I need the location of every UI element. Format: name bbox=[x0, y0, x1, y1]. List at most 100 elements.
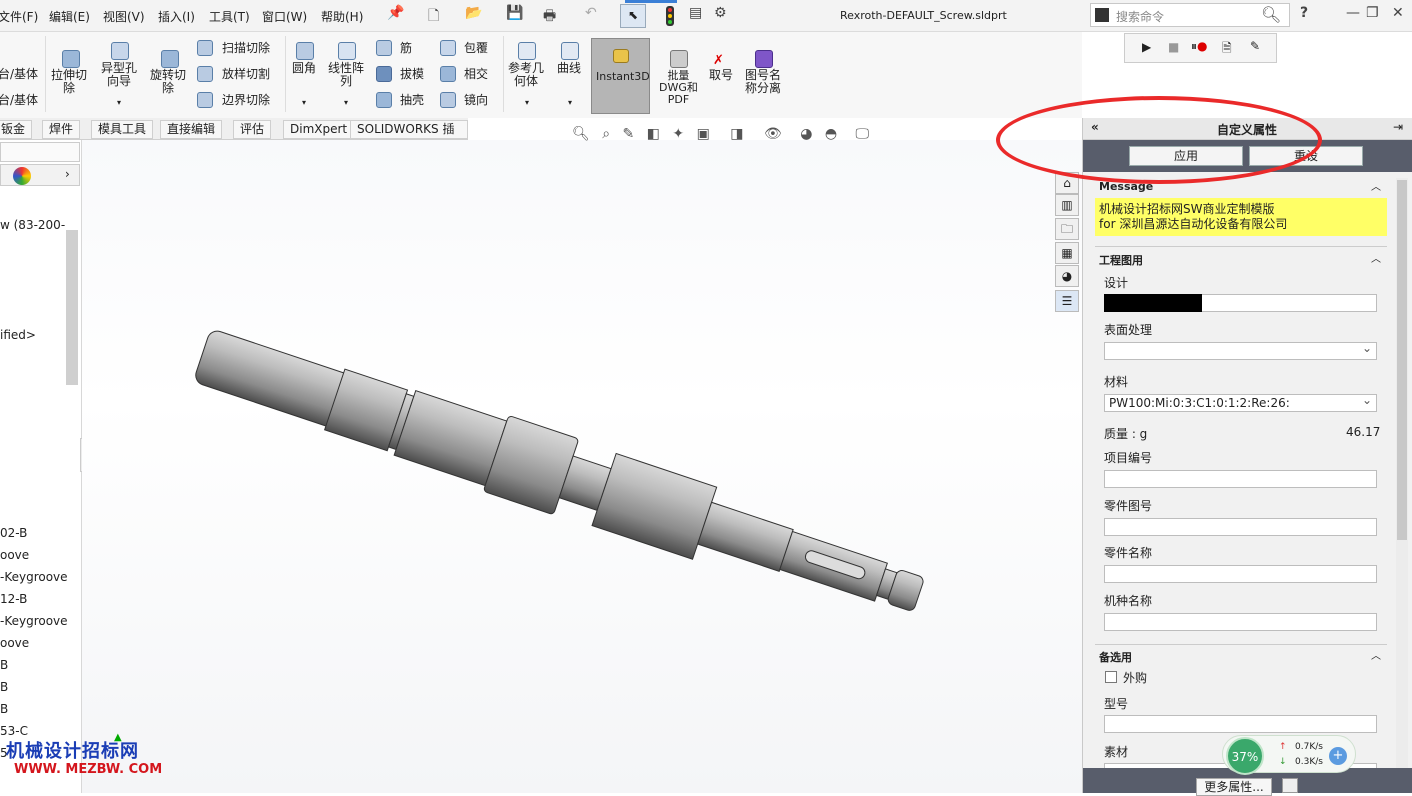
print-icon[interactable]: 🖶 bbox=[543, 5, 556, 29]
edit-macro-icon[interactable]: ✎ bbox=[1250, 39, 1260, 53]
chevron-down-icon[interactable]: ▾ bbox=[302, 98, 306, 107]
tree-item[interactable]: oove bbox=[0, 636, 29, 650]
file-explorer-icon[interactable]: 🗀 bbox=[1055, 218, 1079, 240]
chevron-down-icon[interactable]: ▾ bbox=[117, 98, 121, 107]
chevron-down-icon[interactable]: ▾ bbox=[525, 98, 529, 107]
tree-item[interactable]: B bbox=[0, 702, 8, 716]
batch-dwg-pdf-button[interactable]: 批量 DWG和 PDF bbox=[659, 70, 698, 106]
material-dropdown[interactable]: PW100:Mi:0:3:C1:0:1:2:Re:26: bbox=[1104, 392, 1377, 412]
tree-item[interactable]: oove bbox=[0, 548, 29, 562]
menu-file[interactable]: 文件(F) bbox=[0, 8, 38, 25]
options-gear-icon[interactable]: ⚙ bbox=[714, 5, 727, 21]
extrude-cut-button[interactable]: 拉伸切 除 bbox=[51, 69, 87, 95]
hole-wizard-button[interactable]: 异型孔 向导 bbox=[101, 62, 137, 88]
view-orientation-icon[interactable]: ▣ bbox=[697, 126, 710, 142]
drawing-split-button[interactable]: 图号名 称分离 bbox=[745, 69, 781, 95]
custom-properties-icon[interactable]: ☰ bbox=[1055, 290, 1079, 312]
menu-tools[interactable]: 工具(T) bbox=[209, 8, 250, 25]
menu-window[interactable]: 窗口(W) bbox=[262, 8, 307, 25]
outsourced-checkbox[interactable] bbox=[1105, 671, 1117, 683]
tree-item[interactable]: 02-B bbox=[0, 526, 27, 540]
swept-cut-button[interactable]: 扫描切除 bbox=[222, 42, 270, 55]
tree-item[interactable]: B bbox=[0, 658, 8, 672]
settings-icon[interactable] bbox=[1282, 778, 1298, 793]
rib-button[interactable]: 筋 bbox=[400, 42, 412, 55]
chevron-down-icon[interactable]: ▾ bbox=[568, 98, 572, 107]
shell-button[interactable]: 抽壳 bbox=[400, 94, 424, 107]
undo-icon[interactable]: ↶ bbox=[585, 5, 597, 21]
tree-item[interactable]: -Keygroove bbox=[0, 570, 68, 584]
instant3d-button[interactable]: Instant3D bbox=[591, 38, 650, 114]
record-icon[interactable]: ⏸● bbox=[1191, 39, 1208, 54]
tab-solidworks-addins[interactable]: SOLIDWORKS 插件 bbox=[350, 120, 468, 153]
pin-icon[interactable]: 📌 bbox=[387, 5, 404, 21]
tree-item[interactable]: w (83-200- bbox=[0, 218, 65, 232]
chevron-down-icon[interactable]: ▾ bbox=[344, 98, 348, 107]
scrollbar-thumb[interactable] bbox=[1397, 180, 1407, 540]
design-field[interactable] bbox=[1104, 294, 1377, 312]
save-icon[interactable]: 💾 bbox=[506, 5, 523, 21]
part-no-field[interactable] bbox=[1104, 518, 1377, 536]
intersect-button[interactable]: 相交 bbox=[464, 68, 488, 81]
search-icon[interactable]: 🔍︎ bbox=[1261, 5, 1281, 24]
tab-dimxpert[interactable]: DimXpert bbox=[283, 120, 355, 139]
more-properties-button[interactable]: 更多属性... bbox=[1196, 778, 1272, 796]
previous-view-icon[interactable]: ✎ bbox=[623, 126, 635, 142]
menu-help[interactable]: 帮助(H) bbox=[321, 8, 363, 25]
tree-item[interactable]: 53-C bbox=[0, 724, 28, 738]
chevron-up-icon[interactable]: ︿ bbox=[1371, 250, 1381, 265]
item-no-field[interactable] bbox=[1104, 470, 1377, 488]
hide-show-items-icon[interactable]: 👁︎ bbox=[764, 126, 782, 142]
play-icon[interactable]: ▶ bbox=[1142, 40, 1151, 54]
help-icon[interactable]: ? bbox=[1300, 5, 1308, 21]
tree-item[interactable]: ified> bbox=[0, 328, 36, 342]
memory-usage-indicator[interactable]: 37% bbox=[1226, 737, 1264, 775]
fillet-button[interactable]: 圆角 bbox=[292, 62, 316, 75]
section-view-icon[interactable]: ◧ bbox=[647, 126, 660, 142]
surface-dropdown[interactable] bbox=[1104, 340, 1377, 360]
boss-base-label[interactable]: 台/基体 bbox=[0, 68, 38, 81]
3d-library-icon[interactable]: ▥ bbox=[1055, 194, 1079, 216]
boost-plus-icon[interactable]: + bbox=[1329, 747, 1347, 765]
display-style-icon[interactable]: ◨ bbox=[730, 126, 743, 142]
open-icon[interactable]: 📂 bbox=[465, 5, 482, 21]
menu-edit[interactable]: 编辑(E) bbox=[49, 8, 90, 25]
mirror-button[interactable]: 镜向 bbox=[464, 94, 488, 107]
file-properties-icon[interactable]: ▤ bbox=[689, 5, 702, 21]
edit-appearance-icon[interactable]: ◕ bbox=[800, 126, 812, 142]
tree-item[interactable]: -Keygroove bbox=[0, 614, 68, 628]
apply-scene-icon[interactable]: ◓ bbox=[825, 126, 837, 142]
model-name-field[interactable] bbox=[1104, 613, 1377, 631]
pin-icon[interactable]: ⇥ bbox=[1393, 120, 1403, 134]
draft-button[interactable]: 拔模 bbox=[400, 68, 424, 81]
tab-sheet-metal[interactable]: 钣金 bbox=[0, 120, 33, 139]
revolve-cut-button[interactable]: 旋转切 除 bbox=[150, 69, 186, 95]
loft-cut-button[interactable]: 放样切割 bbox=[222, 68, 270, 81]
tab-mold-tools[interactable]: 模具工具 bbox=[91, 120, 154, 139]
tree-scrollbar[interactable] bbox=[66, 230, 78, 385]
model-field[interactable] bbox=[1104, 715, 1377, 733]
rebuild-icon[interactable] bbox=[666, 6, 674, 26]
chevron-up-icon[interactable]: ︿ bbox=[1371, 178, 1381, 193]
boundary-cut-button[interactable]: 边界切除 bbox=[222, 94, 270, 107]
stop-icon[interactable]: ■ bbox=[1168, 40, 1179, 54]
new-macro-icon[interactable]: 🗎 bbox=[1222, 39, 1232, 60]
close-icon[interactable]: ✕ bbox=[1392, 5, 1404, 21]
cut-base-label[interactable]: 台/基体 bbox=[0, 94, 38, 107]
wrap-button[interactable]: 包覆 bbox=[464, 42, 488, 55]
view-settings-icon[interactable]: 🖵 bbox=[856, 126, 870, 142]
menu-insert[interactable]: 插入(I) bbox=[158, 8, 195, 25]
search-input[interactable]: 搜索命令 bbox=[1116, 8, 1164, 25]
zoom-to-fit-icon[interactable]: 🔍︎ bbox=[572, 126, 590, 142]
graphics-viewport[interactable]: 🔍︎ ⌕ ✎ ◧ ✦ ▣ ◨ 👁︎ ◕ ◓ 🖵 ▲ bbox=[82, 126, 1082, 793]
appearance-tab-icon[interactable] bbox=[13, 167, 31, 185]
screw-shaft-model[interactable] bbox=[82, 140, 1082, 793]
appearances-icon[interactable]: ◕ bbox=[1055, 265, 1079, 287]
part-name-field[interactable] bbox=[1104, 565, 1377, 583]
select-icon[interactable]: ⬉ bbox=[620, 4, 646, 28]
view-palette-icon[interactable]: ▦ bbox=[1055, 242, 1079, 264]
tree-item[interactable]: B bbox=[0, 680, 8, 694]
restore-icon[interactable]: ❐ bbox=[1366, 5, 1379, 21]
tab-direct-editing[interactable]: 直接编辑 bbox=[160, 120, 223, 139]
zoom-to-area-icon[interactable]: ⌕ bbox=[602, 126, 610, 142]
